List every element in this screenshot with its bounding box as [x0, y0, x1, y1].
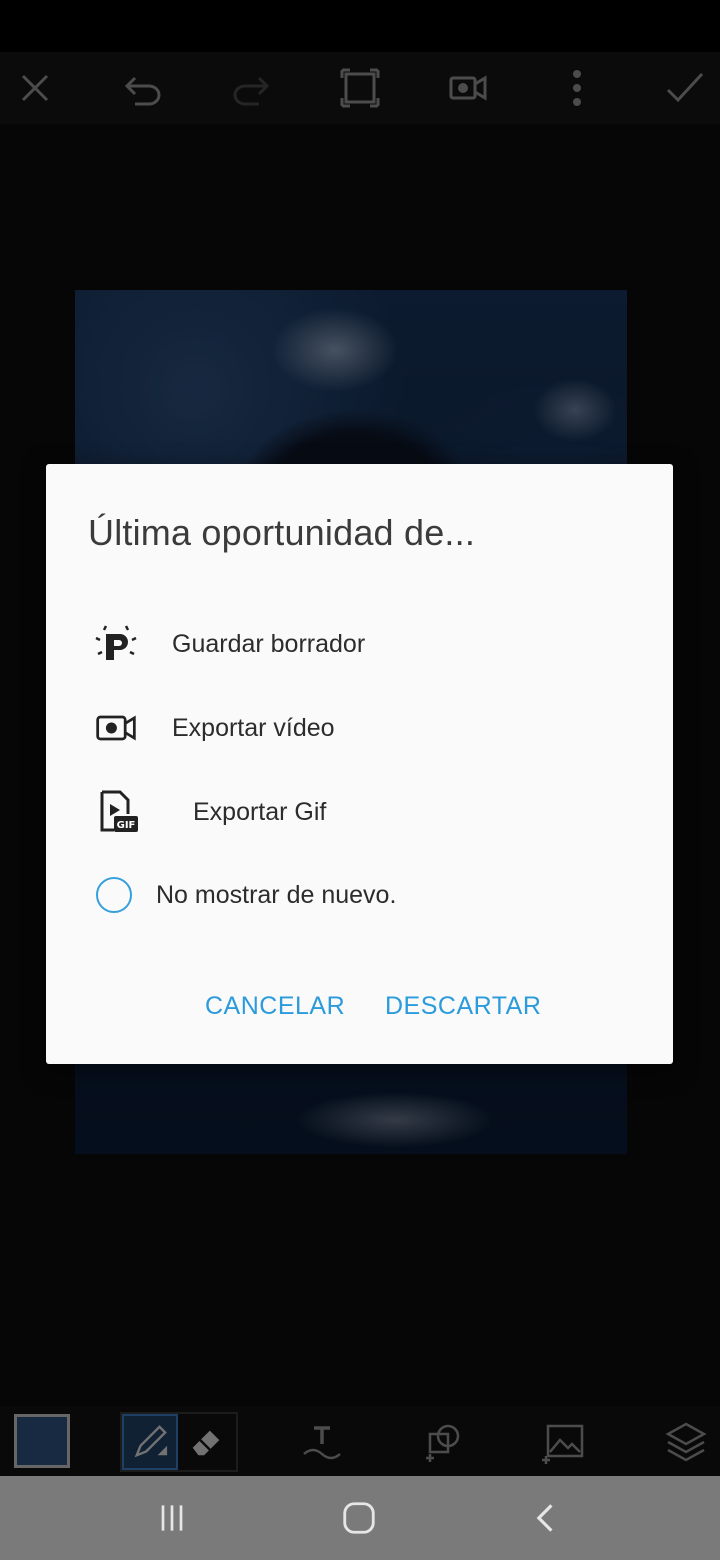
dialog-title: Última oportunidad de...	[88, 512, 476, 553]
cancel-button[interactable]: CANCELAR	[205, 992, 345, 1021]
system-navigation-bar	[0, 1476, 720, 1560]
dont-show-again-radio[interactable]	[96, 877, 132, 913]
dont-show-again-row[interactable]: No mostrar de nuevo.	[96, 872, 396, 918]
export-video-option[interactable]: Exportar vídeo	[88, 698, 588, 758]
last-chance-dialog: Última oportunidad de... Guardar borrado…	[46, 464, 673, 1064]
discard-button[interactable]: DESCARTAR	[385, 992, 541, 1021]
svg-text:GIF: GIF	[117, 820, 136, 831]
save-draft-option[interactable]: Guardar borrador	[88, 614, 588, 674]
home-icon	[343, 1502, 375, 1534]
back-button[interactable]	[522, 1494, 570, 1542]
export-gif-option[interactable]: GIF Exportar Gif	[88, 782, 588, 842]
recent-apps-button[interactable]	[148, 1494, 196, 1542]
gif-file-icon: GIF	[88, 784, 144, 840]
video-camera-icon	[88, 700, 144, 756]
export-video-label: Exportar vídeo	[172, 713, 335, 742]
export-gif-label: Exportar Gif	[193, 797, 327, 826]
dont-show-again-label: No mostrar de nuevo.	[156, 880, 397, 909]
back-icon	[536, 1504, 553, 1532]
recent-apps-icon	[161, 1505, 183, 1531]
save-draft-label: Guardar borrador	[172, 629, 366, 658]
home-button[interactable]	[335, 1494, 383, 1542]
picsart-logo-icon	[88, 616, 144, 672]
